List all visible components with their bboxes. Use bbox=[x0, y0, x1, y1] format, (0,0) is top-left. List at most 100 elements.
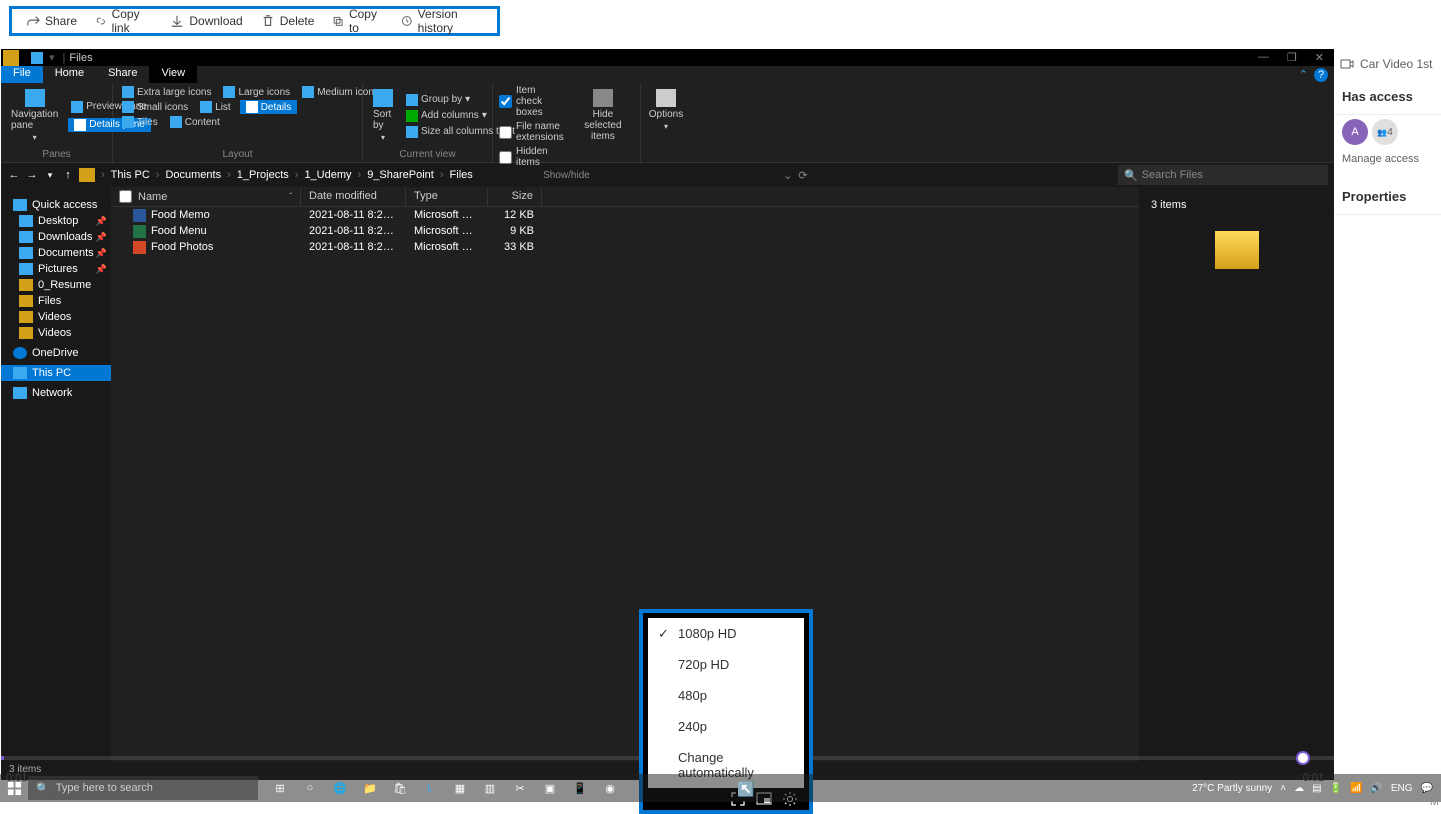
refresh-icon[interactable]: ⟳ bbox=[798, 169, 807, 182]
crumb-documents[interactable]: Documents bbox=[165, 169, 221, 181]
explorer-icon[interactable]: 📁 bbox=[356, 775, 384, 801]
volume-icon[interactable]: 🔊 bbox=[1370, 783, 1382, 794]
options-button[interactable]: Options▾ bbox=[647, 85, 685, 135]
file-row[interactable]: Food Photos2021-08-11 8:29 PMMicrosoft P… bbox=[111, 239, 1139, 255]
col-date[interactable]: Date modified bbox=[301, 187, 406, 206]
tiles-button[interactable]: Tiles bbox=[119, 115, 161, 129]
forward-button[interactable]: → bbox=[25, 168, 39, 182]
sharepoint-toolbar: Share Copy link Download Delete Copy to … bbox=[9, 6, 500, 36]
tab-home[interactable]: Home bbox=[43, 66, 96, 83]
sort-by-button[interactable]: Sort by▾ bbox=[369, 85, 397, 146]
sidebar-this-pc[interactable]: This PC bbox=[1, 365, 111, 381]
quality-720p[interactable]: 720p HD bbox=[648, 649, 804, 680]
delete-button[interactable]: Delete bbox=[253, 11, 323, 31]
sidebar-quick-access[interactable]: Quick access bbox=[1, 197, 111, 213]
search-input[interactable]: 🔍Search Files bbox=[1118, 165, 1328, 185]
app-icon-3[interactable]: ▥ bbox=[476, 775, 504, 801]
sidebar-resume[interactable]: 0_Resume bbox=[1, 277, 111, 293]
col-size[interactable]: Size bbox=[488, 187, 542, 206]
collapse-ribbon-icon[interactable]: ⌃ bbox=[1299, 68, 1308, 81]
manage-access-link[interactable]: Manage access bbox=[1334, 149, 1441, 169]
battery-icon[interactable]: 🔋 bbox=[1330, 783, 1342, 794]
video-progress bbox=[1, 756, 4, 760]
sidebar-network[interactable]: Network bbox=[1, 385, 111, 401]
language-indicator[interactable]: ENG bbox=[1391, 783, 1413, 794]
store-icon[interactable]: 🛍 bbox=[386, 775, 414, 801]
edge-icon[interactable]: 🌐 bbox=[326, 775, 354, 801]
crumb-files[interactable]: Files bbox=[450, 169, 473, 181]
sidebar-videos[interactable]: Videos bbox=[1, 309, 111, 325]
app-icon-4[interactable]: ▣ bbox=[536, 775, 564, 801]
large-icons-button[interactable]: Large icons bbox=[220, 85, 293, 99]
snip-icon[interactable]: ✂ bbox=[506, 775, 534, 801]
small-icons-button[interactable]: Small icons bbox=[119, 100, 191, 114]
task-view-icon[interactable]: ⊞ bbox=[266, 775, 294, 801]
dropdown-icon[interactable]: ⌄ bbox=[783, 169, 792, 182]
maximize-button[interactable]: ❐ bbox=[1287, 51, 1297, 64]
quality-240p[interactable]: 240p bbox=[648, 711, 804, 742]
sidebar: Quick access Desktop📌 Downloads📌 Documen… bbox=[1, 187, 111, 762]
quality-480p[interactable]: 480p bbox=[648, 680, 804, 711]
navigation-pane-button[interactable]: Navigation pane▾ bbox=[7, 85, 62, 146]
help-icon[interactable]: ? bbox=[1314, 68, 1328, 82]
col-name[interactable]: Nameˇ bbox=[111, 187, 301, 206]
hidden-items-toggle[interactable]: Hidden items bbox=[499, 146, 564, 168]
quality-1080p[interactable]: 1080p HD bbox=[648, 618, 804, 649]
start-button[interactable] bbox=[0, 774, 28, 802]
tray-icon[interactable]: ▤ bbox=[1312, 783, 1321, 794]
title-bar: ▾ | Files — ❐ ✕ bbox=[1, 49, 1334, 66]
chrome-icon[interactable]: ◉ bbox=[596, 775, 624, 801]
phone-icon[interactable]: 📱 bbox=[566, 775, 594, 801]
hide-selected-button[interactable]: Hide selected items bbox=[572, 85, 634, 168]
crumb-thispc[interactable]: This PC bbox=[111, 169, 150, 181]
trash-icon bbox=[261, 14, 275, 28]
share-icon bbox=[26, 14, 40, 28]
col-type[interactable]: Type bbox=[406, 187, 488, 206]
close-button[interactable]: ✕ bbox=[1315, 51, 1324, 64]
sidebar-pictures[interactable]: Pictures📌 bbox=[1, 261, 111, 277]
link-icon bbox=[95, 14, 107, 28]
weather-widget[interactable]: 27°C Partly sunny bbox=[1192, 783, 1272, 794]
wifi-icon[interactable]: 📶 bbox=[1350, 783, 1362, 794]
copy-link-button[interactable]: Copy link bbox=[87, 4, 160, 38]
taskbar-search[interactable]: 🔍Type here to search bbox=[28, 776, 258, 800]
back-button[interactable]: ← bbox=[7, 168, 21, 182]
copy-to-button[interactable]: Copy to bbox=[324, 4, 391, 38]
onedrive-tray-icon[interactable]: ☁ bbox=[1294, 783, 1304, 794]
sidebar-documents[interactable]: Documents📌 bbox=[1, 245, 111, 261]
item-checkboxes-toggle[interactable]: Item check boxes bbox=[499, 85, 564, 118]
details-pane: 3 items bbox=[1139, 187, 1334, 762]
notifications-icon[interactable]: 💬 bbox=[1421, 783, 1433, 794]
cortana-icon[interactable]: ○ bbox=[296, 775, 324, 801]
content-button[interactable]: Content bbox=[167, 115, 223, 129]
scrubber-handle[interactable] bbox=[1296, 751, 1310, 765]
sidebar-downloads[interactable]: Downloads📌 bbox=[1, 229, 111, 245]
tray-chevron-icon[interactable]: ˄ bbox=[1280, 783, 1286, 794]
recent-button[interactable]: ▾ bbox=[43, 168, 57, 182]
access-count-badge[interactable]: 👥4 bbox=[1372, 119, 1398, 145]
details-button[interactable]: Details bbox=[240, 100, 298, 114]
extra-large-icons-button[interactable]: Extra large icons bbox=[119, 85, 214, 99]
download-button[interactable]: Download bbox=[162, 11, 250, 31]
up-button[interactable]: ↑ bbox=[61, 168, 75, 182]
crumb-sharepoint[interactable]: 9_SharePoint bbox=[367, 169, 434, 181]
file-ext-toggle[interactable]: File name extensions bbox=[499, 121, 564, 143]
minimize-button[interactable]: — bbox=[1258, 51, 1269, 64]
tab-file[interactable]: File bbox=[1, 66, 43, 83]
avatar[interactable]: A bbox=[1342, 119, 1368, 145]
sidebar-videos2[interactable]: Videos bbox=[1, 325, 111, 341]
tab-view[interactable]: View bbox=[149, 66, 197, 83]
file-row[interactable]: Food Menu2021-08-11 8:29 PMMicrosoft Exc… bbox=[111, 223, 1139, 239]
sidebar-desktop[interactable]: Desktop📌 bbox=[1, 213, 111, 229]
list-button[interactable]: List bbox=[197, 100, 234, 114]
app-icon[interactable]: L bbox=[416, 775, 444, 801]
app-icon-2[interactable]: ▦ bbox=[446, 775, 474, 801]
share-button[interactable]: Share bbox=[18, 11, 85, 31]
file-row[interactable]: Food Memo2021-08-11 8:28 PMMicrosoft Wor… bbox=[111, 207, 1139, 223]
version-history-button[interactable]: Version history bbox=[393, 4, 491, 38]
sidebar-onedrive[interactable]: OneDrive bbox=[1, 345, 111, 361]
sidebar-files[interactable]: Files bbox=[1, 293, 111, 309]
crumb-projects[interactable]: 1_Projects bbox=[237, 169, 289, 181]
tab-share[interactable]: Share bbox=[96, 66, 149, 83]
crumb-udemy[interactable]: 1_Udemy bbox=[304, 169, 351, 181]
